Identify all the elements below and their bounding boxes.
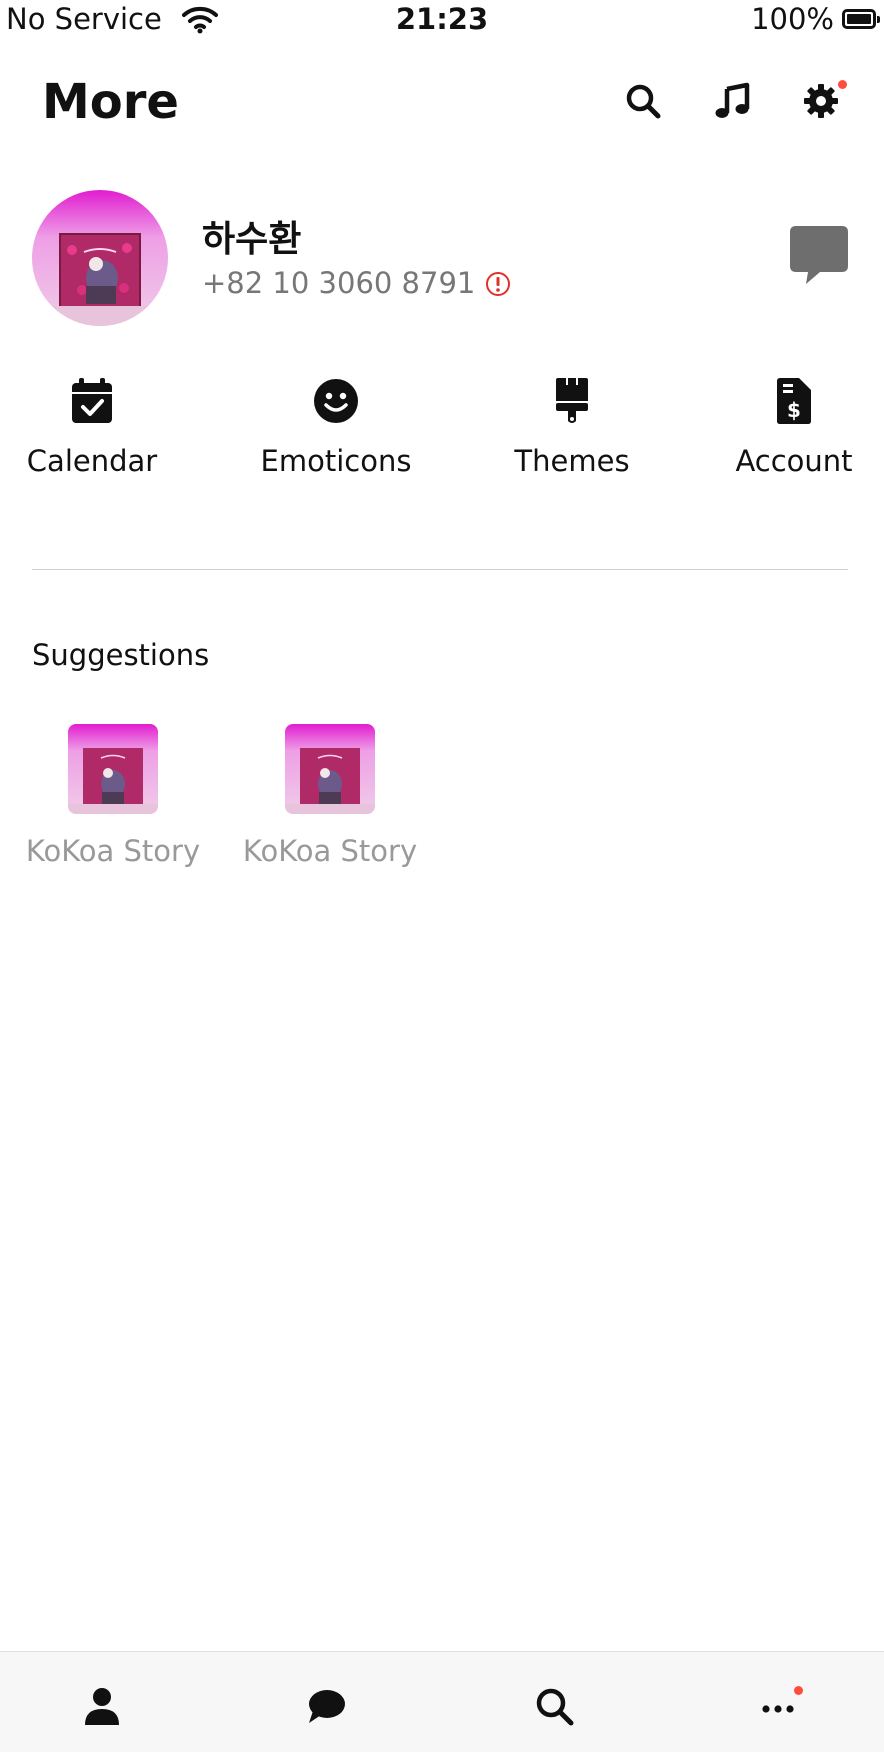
more-badge-dot bbox=[794, 1686, 803, 1695]
suggestion-label: KoKoa Story bbox=[242, 834, 418, 868]
status-bar: No Service 21:23 100% bbox=[0, 0, 884, 42]
suggestions-title: Suggestions bbox=[32, 638, 210, 672]
shortcut-label: Emoticons bbox=[260, 444, 412, 478]
profile-name: 하수환 bbox=[202, 219, 302, 260]
settings-button[interactable] bbox=[798, 78, 847, 124]
shortcut-calendar[interactable]: Calendar bbox=[27, 376, 157, 478]
shortcut-themes[interactable]: Themes bbox=[512, 376, 632, 478]
shortcut-label: Themes bbox=[514, 444, 630, 478]
battery-percent: 100% bbox=[751, 2, 834, 36]
status-right: 100% bbox=[751, 2, 880, 36]
kokoa-story-thumbnail bbox=[285, 724, 375, 814]
page-title: More bbox=[42, 74, 179, 130]
suggestion-label: KoKoa Story bbox=[25, 834, 201, 868]
bottom-tab-bar bbox=[0, 1651, 884, 1752]
svg-text:$: $ bbox=[787, 398, 801, 422]
suggestion-item[interactable]: KoKoa Story bbox=[26, 724, 200, 868]
divider bbox=[32, 569, 848, 570]
music-button[interactable] bbox=[710, 78, 756, 124]
chat-bubble-icon bbox=[790, 226, 848, 284]
shortcut-label: Calendar bbox=[26, 444, 158, 478]
chat-icon bbox=[309, 1690, 345, 1723]
profile-phone-row: +82 10 3060 8791 bbox=[202, 266, 511, 300]
shortcut-account[interactable]: $ Account bbox=[734, 376, 854, 478]
music-icon bbox=[715, 82, 750, 118]
my-chat-button[interactable] bbox=[790, 226, 848, 286]
smiley-icon bbox=[312, 376, 360, 426]
search-icon bbox=[626, 84, 661, 119]
calendar-check-icon bbox=[68, 376, 116, 426]
suggestion-item[interactable]: KoKoa Story bbox=[243, 724, 417, 868]
shortcut-emoticons[interactable]: Emoticons bbox=[260, 376, 412, 478]
battery-icon bbox=[842, 9, 880, 29]
tab-search[interactable] bbox=[530, 1682, 578, 1730]
profile-phone: +82 10 3060 8791 bbox=[202, 266, 476, 300]
person-icon bbox=[85, 1688, 119, 1725]
settings-badge-dot bbox=[838, 80, 847, 89]
alert-icon[interactable] bbox=[485, 270, 511, 296]
kokoa-story-thumbnail bbox=[68, 724, 158, 814]
tab-more[interactable] bbox=[754, 1682, 803, 1730]
profile-photo bbox=[32, 190, 168, 326]
tab-friends[interactable] bbox=[78, 1682, 126, 1730]
more-dots-icon bbox=[762, 1705, 794, 1713]
shortcut-label: Account bbox=[735, 444, 853, 478]
avatar[interactable] bbox=[32, 190, 168, 326]
paintbrush-icon bbox=[548, 376, 596, 426]
search-icon bbox=[536, 1688, 574, 1726]
search-button[interactable] bbox=[620, 78, 666, 124]
tab-chats[interactable] bbox=[302, 1682, 350, 1730]
invoice-dollar-icon: $ bbox=[770, 376, 818, 426]
gear-icon bbox=[804, 84, 838, 118]
